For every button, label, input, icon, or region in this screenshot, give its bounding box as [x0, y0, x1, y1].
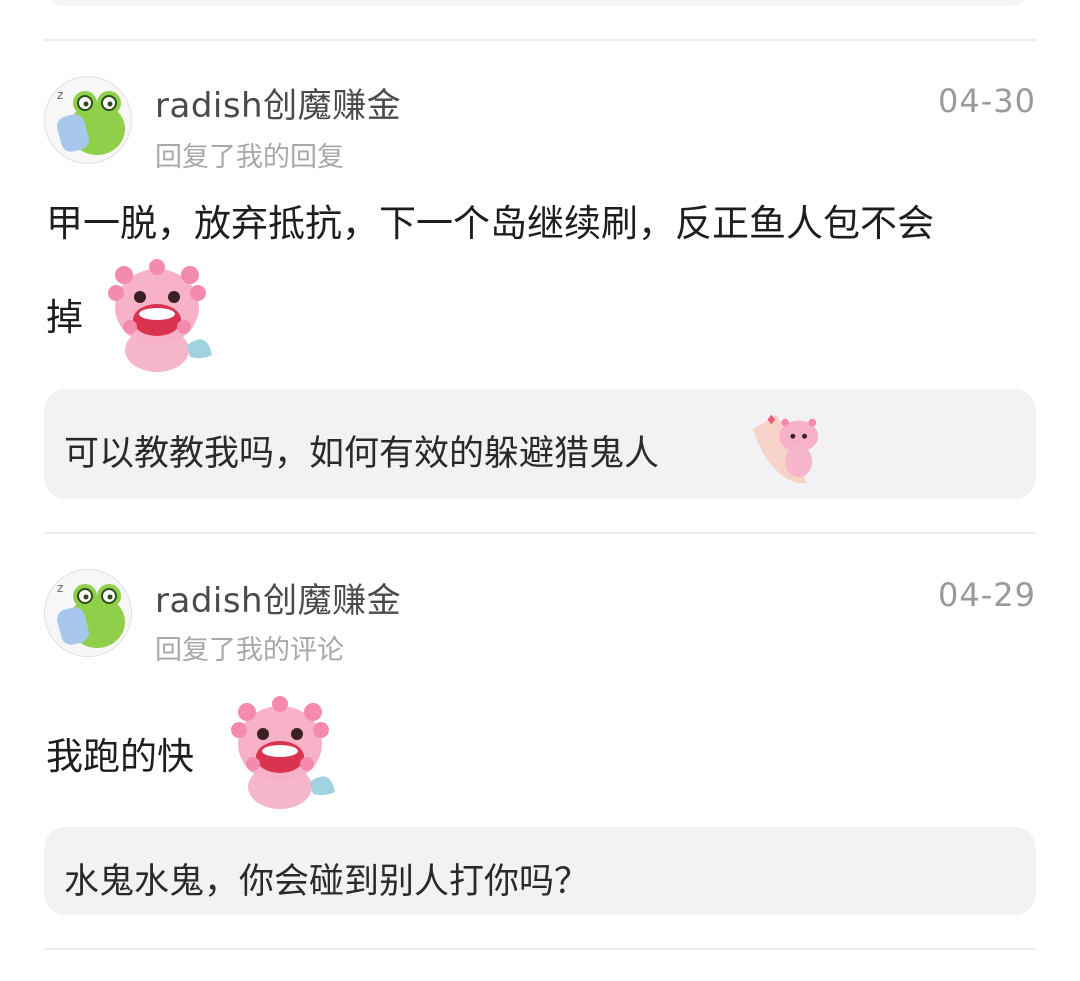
pink-axolotl-sticker — [225, 682, 340, 810]
comment-body-line1: 我跑的快 — [46, 735, 194, 778]
quoted-reply-text: 可以教教我吗，如何有效的躲避猎鬼人 — [64, 434, 660, 474]
comment-date: 04-30 — [938, 82, 1036, 120]
quoted-reply-box[interactable]: 可以教教我吗，如何有效的躲避猎鬼人 — [44, 389, 1036, 499]
divider — [44, 39, 1036, 41]
quoted-comment-text: 水鬼水鬼，你会碰到别人打你吗？ — [64, 862, 590, 902]
pink-axolotl-sticker — [102, 245, 217, 373]
axolotl-hug-sticker — [748, 405, 826, 485]
previous-quote-box — [44, 0, 1032, 6]
frog-with-pillow-icon — [45, 77, 131, 163]
user-avatar[interactable] — [44, 569, 132, 657]
user-avatar[interactable] — [44, 76, 132, 164]
comment-body-line1: 甲一脱，放弃抵抗，下一个岛继续刷，反正鱼人包不会 — [46, 202, 934, 245]
comment-body-line2: 掉 — [46, 296, 83, 339]
quoted-comment-box[interactable]: 水鬼水鬼，你会碰到别人打你吗？ — [44, 827, 1036, 915]
frog-with-pillow-icon — [45, 570, 131, 656]
reply-action-label: 回复了我的评论 — [155, 635, 344, 666]
divider — [44, 948, 1036, 950]
comment-date: 04-29 — [938, 576, 1036, 614]
username[interactable]: radish创魔赚金 — [155, 78, 401, 127]
username[interactable]: radish创魔赚金 — [155, 573, 401, 622]
divider — [44, 532, 1036, 534]
reply-action-label: 回复了我的回复 — [155, 142, 344, 173]
